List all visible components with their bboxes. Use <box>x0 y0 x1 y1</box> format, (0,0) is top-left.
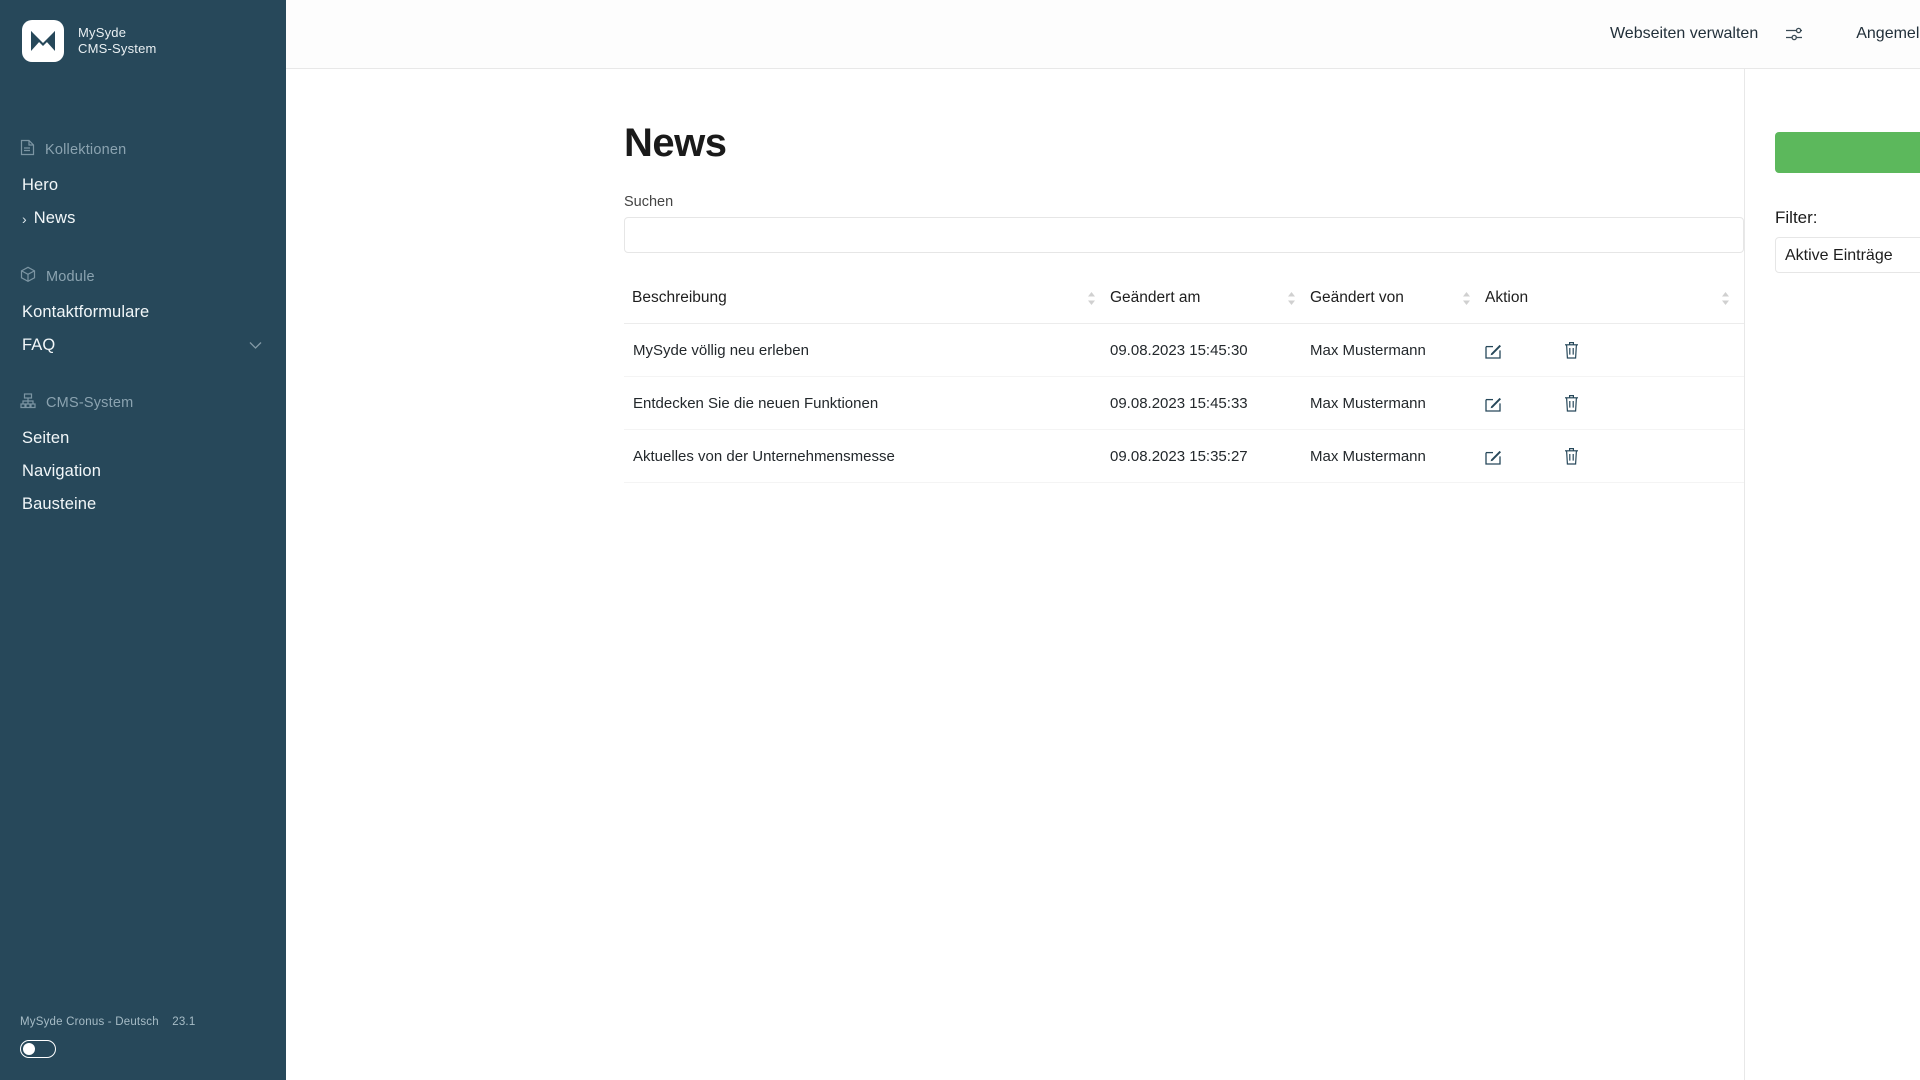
chevron-down-icon[interactable] <box>249 336 262 355</box>
sidebar-footer: MySyde Cronus - Deutsch 23.1 <box>20 1016 195 1058</box>
table-head: Beschreibung Ge <box>624 283 1744 324</box>
app-root: MySyde CMS-System Kollektionen Hero <box>0 0 1920 1080</box>
edit-icon[interactable] <box>1485 448 1502 465</box>
content-area: News Suchen Beschreibung <box>286 69 1744 1080</box>
sidebar-group-kollektionen: Kollektionen <box>0 130 286 169</box>
sidebar-item-seiten[interactable]: Seiten <box>0 422 286 455</box>
theme-toggle[interactable] <box>20 1040 56 1058</box>
search-section: Suchen <box>624 194 1744 253</box>
cell-description: Entdecken Sie die neuen Funktionen <box>624 377 1110 430</box>
sort-icon[interactable] <box>1721 292 1730 305</box>
sidebar-group-module: Module <box>0 257 286 296</box>
search-input[interactable] <box>624 217 1744 253</box>
sidebar-item-label: Hero <box>22 176 58 195</box>
table-row[interactable]: MySyde völlig neu erleben 09.08.2023 15:… <box>624 324 1744 377</box>
sidebar-item-hero[interactable]: Hero <box>0 169 286 202</box>
brand[interactable]: MySyde CMS-System <box>0 0 286 62</box>
sidebar-item-navigation[interactable]: Navigation <box>0 455 286 488</box>
sliders-icon[interactable] <box>1784 24 1804 44</box>
sidebar-group-label: Module <box>46 269 95 285</box>
sort-icon[interactable] <box>1462 292 1471 305</box>
brand-line1: MySyde <box>78 25 157 41</box>
filter-select[interactable]: Aktive Einträge <box>1775 237 1920 273</box>
sidebar-item-label: FAQ <box>22 336 55 355</box>
cell-description: MySyde völlig neu erleben <box>624 324 1110 377</box>
sidebar-item-label: Bausteine <box>22 495 96 514</box>
column-header-aktion[interactable]: Aktion <box>1485 283 1744 324</box>
sort-icon[interactable] <box>1087 292 1096 305</box>
cell-description: Aktuelles von der Unternehmensmesse <box>624 430 1110 483</box>
table-body: MySyde völlig neu erleben 09.08.2023 15:… <box>624 324 1744 483</box>
column-label: Geändert von <box>1310 289 1404 307</box>
cell-modified-at: 09.08.2023 15:45:33 <box>1110 377 1310 430</box>
cell-modified-at: 09.08.2023 15:35:27 <box>1110 430 1310 483</box>
box-icon <box>20 266 36 287</box>
sidebar: MySyde CMS-System Kollektionen Hero <box>0 0 286 1080</box>
sidebar-item-label: Seiten <box>22 429 69 448</box>
body-row: News Suchen Beschreibung <box>286 69 1920 1080</box>
table-row[interactable]: Aktuelles von der Unternehmensmesse 09.0… <box>624 430 1744 483</box>
filter-label: Filter: <box>1775 208 1920 228</box>
search-label: Suchen <box>624 194 1744 210</box>
edit-icon[interactable] <box>1485 395 1502 412</box>
new-button[interactable]: Neu <box>1775 132 1920 173</box>
sidebar-nav: Kollektionen Hero › News <box>0 130 286 521</box>
table-row[interactable]: Entdecken Sie die neuen Funktionen 09.08… <box>624 377 1744 430</box>
cell-actions <box>1485 324 1744 377</box>
product-name: MySyde Cronus - Deutsch <box>20 1016 159 1028</box>
sidebar-item-faq[interactable]: FAQ <box>0 329 286 362</box>
entries-table: Beschreibung Ge <box>624 283 1744 483</box>
manage-websites-link[interactable]: Webseiten verwalten <box>1610 25 1758 43</box>
chevron-right-icon: › <box>22 212 27 226</box>
sidebar-item-label: Kontaktformulare <box>22 303 149 322</box>
table-header-row: Beschreibung Ge <box>624 283 1744 324</box>
cell-modified-by: Max Mustermann <box>1310 324 1485 377</box>
brand-line2: CMS-System <box>78 41 157 57</box>
version-number: 23.1 <box>172 1016 195 1028</box>
logged-in-user: Angemeldet als: Max Mustermann <box>1856 25 1920 43</box>
column-label: Aktion <box>1485 289 1528 307</box>
sort-icon[interactable] <box>1287 292 1296 305</box>
mysyde-logo-icon <box>22 20 64 62</box>
column-header-geaendert-von[interactable]: Geändert von <box>1310 283 1485 324</box>
trash-icon[interactable] <box>1564 394 1579 412</box>
column-label: Beschreibung <box>632 289 727 307</box>
column-header-beschreibung[interactable]: Beschreibung <box>624 283 1110 324</box>
sidebar-item-kontaktformulare[interactable]: Kontaktformulare <box>0 296 286 329</box>
cell-actions <box>1485 430 1744 483</box>
right-panel: Neu Filter: Aktive Einträge <box>1744 69 1920 1080</box>
sidebar-item-label: Navigation <box>22 462 101 481</box>
edit-icon[interactable] <box>1485 342 1502 359</box>
column-label: Geändert am <box>1110 289 1200 307</box>
cell-modified-at: 09.08.2023 15:45:30 <box>1110 324 1310 377</box>
sidebar-item-news[interactable]: › News <box>0 202 286 235</box>
trash-icon[interactable] <box>1564 341 1579 359</box>
page-title: News <box>624 121 1744 166</box>
cell-actions <box>1485 377 1744 430</box>
main-area: Webseiten verwalten Angemeldet als: Max … <box>286 0 1920 1080</box>
toggle-knob <box>23 1043 35 1055</box>
trash-icon[interactable] <box>1564 447 1579 465</box>
sidebar-group-label: CMS-System <box>46 395 133 411</box>
column-header-geaendert-am[interactable]: Geändert am <box>1110 283 1310 324</box>
sidebar-group-cms-system: CMS-System <box>0 384 286 422</box>
topbar: Webseiten verwalten Angemeldet als: Max … <box>286 0 1920 69</box>
version-info: MySyde Cronus - Deutsch 23.1 <box>20 1016 195 1028</box>
sidebar-item-label: News <box>34 209 76 228</box>
document-icon <box>20 139 35 160</box>
cell-modified-by: Max Mustermann <box>1310 377 1485 430</box>
sidebar-item-bausteine[interactable]: Bausteine <box>0 488 286 521</box>
cell-modified-by: Max Mustermann <box>1310 430 1485 483</box>
sidebar-group-label: Kollektionen <box>45 142 126 158</box>
sitemap-icon <box>20 393 36 413</box>
